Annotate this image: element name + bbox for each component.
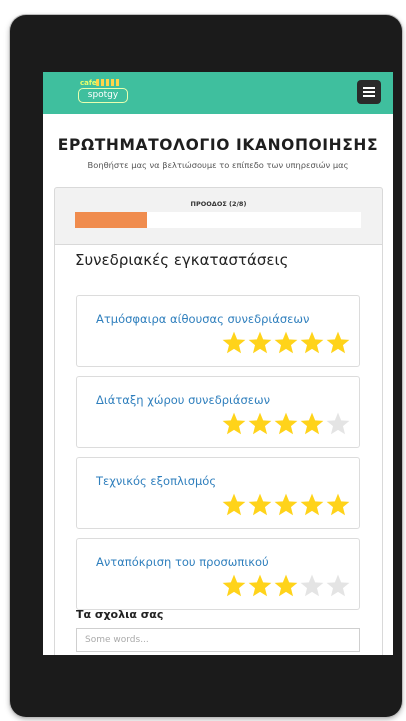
top-navbar: cafe spotgy	[43, 72, 393, 114]
phone-screen: cafe spotgy ΕΡΩΤΗΜΑΤΟΛΟΓΙΟ ΙΚΑΝΟΠΟΙΗΣΗΣ …	[43, 72, 393, 655]
star-filled-icon[interactable]	[247, 573, 273, 599]
star-filled-icon[interactable]	[273, 330, 299, 356]
star-filled-icon[interactable]	[299, 411, 325, 437]
star-filled-icon[interactable]	[325, 330, 351, 356]
star-empty-icon[interactable]	[325, 411, 351, 437]
progress-label: ΠΡΟΟΔΟΣ (2/8)	[190, 200, 247, 208]
page-title: ΕΡΩΤΗΜΑΤΟΛΟΓΙΟ ΙΚΑΝΟΠΟΙΗΣΗΣ	[57, 136, 379, 154]
hamburger-menu-icon[interactable]	[357, 80, 381, 104]
star-filled-icon[interactable]	[325, 492, 351, 518]
star-filled-icon[interactable]	[299, 330, 325, 356]
star-rating[interactable]	[221, 573, 351, 599]
star-filled-icon[interactable]	[247, 330, 273, 356]
question-label: Τεχνικός εξοπλισμός	[96, 474, 217, 488]
question-item: Ατμόσφαιρα αίθουσας συνεδριάσεων	[76, 295, 360, 367]
star-filled-icon[interactable]	[273, 492, 299, 518]
logo-text: spotgy	[78, 88, 128, 103]
logo-small-text: cafe	[80, 79, 97, 87]
star-filled-icon[interactable]	[221, 573, 247, 599]
progress-panel: ΠΡΟΟΔΟΣ (2/8)	[54, 187, 383, 245]
star-empty-icon[interactable]	[299, 573, 325, 599]
star-filled-icon[interactable]	[273, 411, 299, 437]
logo-crown-icon	[96, 79, 120, 86]
star-rating[interactable]	[221, 411, 351, 437]
question-label: Διάταξη χώρου συνεδριάσεων	[96, 393, 271, 407]
star-filled-icon[interactable]	[221, 492, 247, 518]
question-label: Ανταπόκριση του προσωπικού	[96, 555, 269, 569]
page-subtitle: Βοηθήστε μας να βελτιώσουμε το επίπεδο τ…	[87, 160, 349, 170]
star-rating[interactable]	[221, 492, 351, 518]
star-empty-icon[interactable]	[325, 573, 351, 599]
question-label: Ατμόσφαιρα αίθουσας συνεδριάσεων	[96, 312, 310, 326]
question-item: Διάταξη χώρου συνεδριάσεων	[76, 376, 360, 448]
star-filled-icon[interactable]	[221, 330, 247, 356]
progress-bar-track	[75, 212, 361, 228]
survey-card: Συνεδριακές εγκαταστάσεις Ατμόσφαιρα αίθ…	[54, 245, 383, 655]
question-item: Τεχνικός εξοπλισμός	[76, 457, 360, 529]
section-title: Συνεδριακές εγκαταστάσεις	[75, 251, 289, 269]
phone-frame: cafe spotgy ΕΡΩΤΗΜΑΤΟΛΟΓΙΟ ΙΚΑΝΟΠΟΙΗΣΗΣ …	[10, 15, 402, 717]
star-rating[interactable]	[221, 330, 351, 356]
progress-bar-fill	[75, 212, 147, 228]
star-filled-icon[interactable]	[221, 411, 247, 437]
star-filled-icon[interactable]	[247, 411, 273, 437]
star-filled-icon[interactable]	[273, 573, 299, 599]
app-logo[interactable]: cafe spotgy	[78, 79, 130, 105]
question-item: Ανταπόκριση του προσωπικού	[76, 538, 360, 610]
star-filled-icon[interactable]	[299, 492, 325, 518]
star-filled-icon[interactable]	[247, 492, 273, 518]
comments-label: Τα σχολια σας	[76, 608, 164, 621]
comments-input[interactable]	[76, 628, 360, 652]
